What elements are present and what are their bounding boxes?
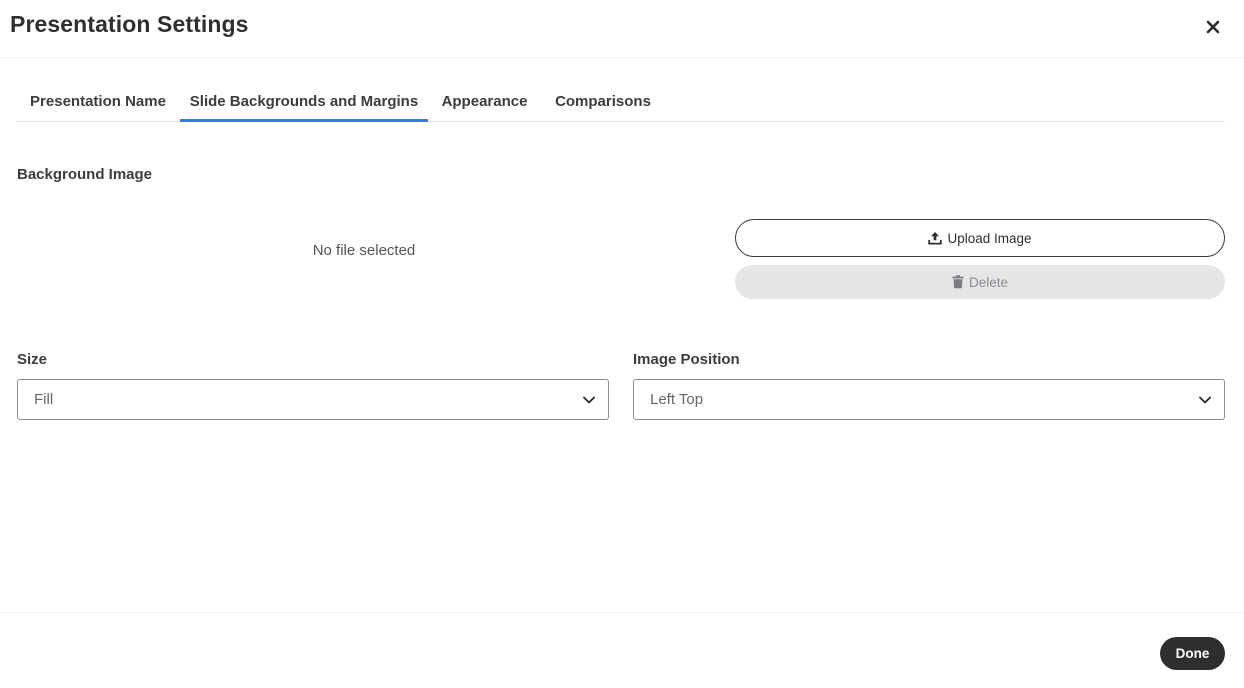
image-position-select-value: Left Top (650, 391, 704, 408)
chevron-down-icon (583, 396, 595, 404)
delete-image-label: Delete (968, 274, 1009, 290)
dialog-header: Presentation Settings (0, 0, 1244, 58)
image-position-select[interactable]: Left Top (633, 379, 1225, 420)
size-select[interactable]: Fill (17, 379, 609, 420)
file-status-text: No file selected (312, 242, 416, 259)
upload-image-button[interactable]: Upload Image (735, 219, 1225, 257)
close-button[interactable] (1201, 15, 1225, 39)
tab-comparisons[interactable]: Comparisons (541, 84, 665, 122)
done-button[interactable]: Done (1160, 637, 1225, 670)
trash-icon (952, 275, 964, 289)
background-image-label: Background Image (17, 166, 153, 183)
dialog-footer (0, 612, 1244, 688)
close-icon (1206, 20, 1220, 34)
dialog-title: Presentation Settings (10, 11, 249, 37)
upload-image-label: Upload Image (947, 230, 1032, 246)
settings-tabs: Presentation Name Slide Backgrounds and … (16, 84, 1225, 122)
delete-image-button[interactable]: Delete (735, 265, 1225, 299)
size-select-value: Fill (34, 391, 54, 408)
image-position-label: Image Position (633, 351, 740, 368)
presentation-settings-dialog: Presentation Settings Presentation Name … (0, 0, 1244, 688)
tab-slide-backgrounds-and-margins[interactable]: Slide Backgrounds and Margins (180, 84, 428, 122)
upload-icon (928, 232, 943, 245)
tab-presentation-name[interactable]: Presentation Name (16, 84, 180, 122)
size-label: Size (17, 351, 48, 368)
tab-appearance[interactable]: Appearance (428, 84, 541, 122)
chevron-down-icon (1199, 396, 1211, 404)
